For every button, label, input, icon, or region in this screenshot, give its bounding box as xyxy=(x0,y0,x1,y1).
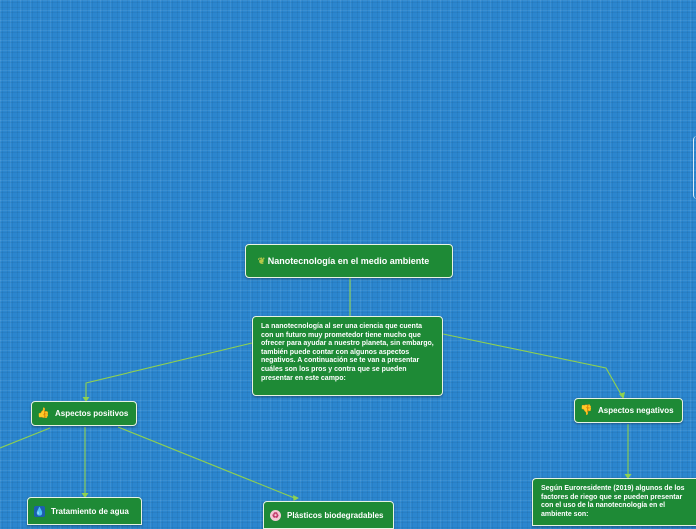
tratamiento-de-agua-label: Tratamiento de agua xyxy=(51,506,129,516)
aspectos-negativos-label: Aspectos negativos xyxy=(598,406,674,415)
connector-intro-positivos xyxy=(85,342,253,399)
connector-positivos-plasticos xyxy=(117,426,298,500)
recycle-icon: ♻ xyxy=(270,509,281,521)
factores-de-riesgo-node[interactable]: Según Euroresidente (2019) algunos de lo… xyxy=(532,478,696,526)
plasticos-biodegradables-label: Plásticos biodegradables xyxy=(287,510,384,520)
factores-de-riesgo-text: Según Euroresidente (2019) algunos de lo… xyxy=(541,485,685,518)
tratamiento-de-agua-node[interactable]: 💧 Tratamiento de agua xyxy=(27,497,142,525)
central-topic-title: Nanotecnología en el medio ambiente xyxy=(267,255,430,266)
intro-node[interactable]: La nanotecnología al ser una ciencia que… xyxy=(252,316,443,396)
thumbs-down-icon: 👎 xyxy=(580,405,593,416)
water-drop-icon: 💧 xyxy=(34,505,45,517)
intro-text: La nanotecnología al ser una ciencia que… xyxy=(261,323,434,382)
connector-positivos-left xyxy=(0,427,51,449)
aspectos-positivos-node[interactable]: 👍 Aspectos positivos xyxy=(31,401,137,426)
leaf-icon: ❦ xyxy=(257,255,266,266)
aspectos-positivos-label: Aspectos positivos xyxy=(55,409,129,418)
thumbs-up-icon: 👍 xyxy=(37,408,50,419)
central-topic-node[interactable]: ❦ Nanotecnología en el medio ambiente xyxy=(245,244,453,278)
plasticos-biodegradables-node[interactable]: ♻ Plásticos biodegradables xyxy=(263,501,394,529)
connector-intro-negativos xyxy=(442,333,623,397)
aspectos-negativos-node[interactable]: 👎 Aspectos negativos xyxy=(574,398,683,423)
